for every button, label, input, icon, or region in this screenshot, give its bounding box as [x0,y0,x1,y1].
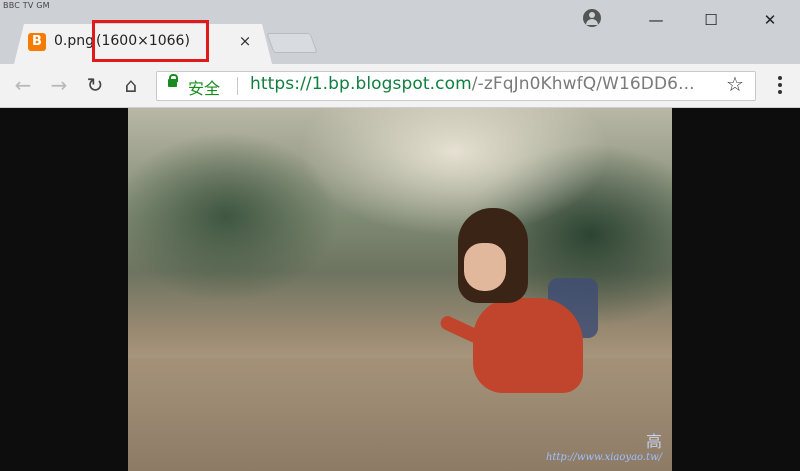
watermark-logo: 高 [645,432,662,451]
address-separator [237,77,238,95]
home-button[interactable]: ⌂ [118,72,144,98]
corner-label: BBC TV GM [3,1,50,10]
bookmark-star-icon[interactable]: ☆ [724,73,746,95]
watermark-url: http://www.xiaoyao.tw/ [545,452,662,463]
forward-button[interactable]: → [46,72,72,98]
displayed-photo: 高 http://www.xiaoyao.tw/ [128,108,672,471]
back-button[interactable]: ← [10,72,36,98]
tab-title-name: 0.png [54,33,95,49]
highlight-box [92,20,209,62]
minimize-button[interactable]: — [641,8,671,32]
reload-button[interactable]: ↻ [82,72,108,98]
new-tab-button[interactable] [266,33,318,53]
maximize-button[interactable]: ☐ [696,8,726,32]
url-text[interactable]: https://1.bp.blogspot.com/-zFqJn0KhwfQ/W… [250,74,695,94]
watermark: 高 http://www.xiaoyao.tw/ [546,428,662,463]
tab-close-icon[interactable]: × [236,32,254,50]
secure-label[interactable]: 安全 [188,75,220,99]
lock-icon[interactable] [168,74,178,87]
blogger-favicon-icon: B [28,33,46,51]
menu-icon[interactable] [772,72,788,98]
url-path: /-zFqJn0KhwfQ/W16DD6... [471,74,695,94]
profile-icon[interactable] [583,9,601,27]
url-host: https://1.bp.blogspot.com [250,74,472,94]
close-window-button[interactable]: ✕ [755,8,785,32]
photo-girl-face [464,243,506,291]
